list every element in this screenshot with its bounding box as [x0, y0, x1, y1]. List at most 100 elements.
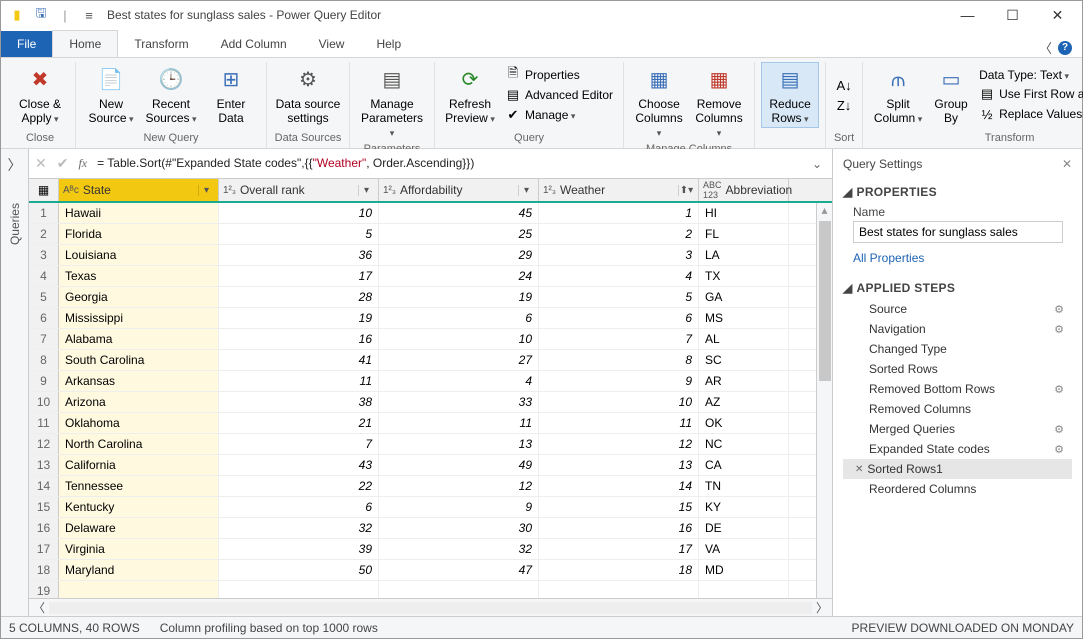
- sort-filter-icon[interactable]: ⬆▾: [678, 185, 694, 196]
- grid-corner-button[interactable]: ▦: [29, 179, 59, 201]
- cell-weather[interactable]: 15: [539, 497, 699, 517]
- all-properties-link[interactable]: All Properties: [853, 251, 924, 265]
- filter-icon[interactable]: ▾: [198, 185, 214, 196]
- cell-rank[interactable]: 28: [219, 287, 379, 307]
- table-row[interactable]: 16Delaware323016DE: [29, 518, 832, 539]
- cell-weather[interactable]: 14: [539, 476, 699, 496]
- cell-rank[interactable]: 7: [219, 434, 379, 454]
- cell-rank[interactable]: 50: [219, 560, 379, 580]
- row-number[interactable]: 5: [29, 287, 59, 307]
- row-number[interactable]: 17: [29, 539, 59, 559]
- cell-weather[interactable]: 11: [539, 413, 699, 433]
- gear-icon[interactable]: ⚙: [1054, 323, 1064, 336]
- cell-abbrev[interactable]: DE: [699, 518, 789, 538]
- cell-abbrev[interactable]: CA: [699, 455, 789, 475]
- refresh-preview-button[interactable]: ⟳Refresh Preview: [441, 62, 499, 128]
- manage-button[interactable]: ✔Manage: [501, 105, 617, 125]
- cell-rank[interactable]: 10: [219, 203, 379, 223]
- cell-afford[interactable]: 30: [379, 518, 539, 538]
- reduce-rows-button[interactable]: ▤Reduce Rows: [761, 62, 819, 128]
- formula-input[interactable]: = Table.Sort(#"Expanded State codes",{{"…: [97, 156, 798, 171]
- column-header-afford[interactable]: 1²₃Affordability▾: [379, 179, 539, 201]
- close-apply-button[interactable]: ✖ Close & Apply: [11, 62, 69, 128]
- properties-button[interactable]: 🗎Properties: [501, 65, 617, 85]
- column-header-state[interactable]: AᴮcState▾: [59, 179, 219, 201]
- table-row[interactable]: 5Georgia28195GA: [29, 287, 832, 308]
- row-number[interactable]: 2: [29, 224, 59, 244]
- cell-abbrev[interactable]: FL: [699, 224, 789, 244]
- filter-icon[interactable]: ▾: [358, 185, 374, 196]
- cell-afford[interactable]: [379, 581, 539, 598]
- scroll-thumb[interactable]: [819, 221, 831, 381]
- row-number[interactable]: 10: [29, 392, 59, 412]
- cell-rank[interactable]: 17: [219, 266, 379, 286]
- cell-rank[interactable]: 38: [219, 392, 379, 412]
- applied-step-item[interactable]: Merged Queries⚙: [843, 419, 1072, 439]
- data-source-settings-button[interactable]: ⚙Data source settings: [273, 62, 343, 128]
- cell-rank[interactable]: 36: [219, 245, 379, 265]
- manage-parameters-button[interactable]: ▤Manage Parameters: [356, 62, 428, 141]
- applied-steps-header[interactable]: ◢APPLIED STEPS: [843, 281, 1072, 295]
- cell-abbrev[interactable]: AZ: [699, 392, 789, 412]
- gear-icon[interactable]: ⚙: [1054, 383, 1064, 396]
- applied-step-item[interactable]: Source⚙: [843, 299, 1072, 319]
- ribbon-collapse-icon[interactable]: 〈: [1039, 38, 1052, 57]
- cell-state[interactable]: Virginia: [59, 539, 219, 559]
- table-row[interactable]: 4Texas17244TX: [29, 266, 832, 287]
- minimize-button[interactable]: —: [945, 1, 990, 29]
- cell-weather[interactable]: 8: [539, 350, 699, 370]
- cell-afford[interactable]: 49: [379, 455, 539, 475]
- properties-section-header[interactable]: ◢PROPERTIES: [843, 185, 1072, 199]
- applied-step-item[interactable]: Navigation⚙: [843, 319, 1072, 339]
- applied-step-item[interactable]: Removed Bottom Rows⚙: [843, 379, 1072, 399]
- tab-home[interactable]: Home: [52, 30, 118, 57]
- applied-step-item[interactable]: Sorted Rows1: [843, 459, 1072, 479]
- queries-rail[interactable]: 〉 Queries: [1, 149, 29, 616]
- cell-weather[interactable]: 9: [539, 371, 699, 391]
- table-row[interactable]: 19: [29, 581, 832, 598]
- split-column-button[interactable]: ⫙Split Column: [869, 62, 927, 128]
- cell-state[interactable]: Arizona: [59, 392, 219, 412]
- scroll-left-icon[interactable]: 〈: [33, 599, 45, 616]
- fx-icon[interactable]: fx: [78, 156, 87, 171]
- cell-weather[interactable]: 17: [539, 539, 699, 559]
- cell-weather[interactable]: 5: [539, 287, 699, 307]
- table-row[interactable]: 13California434913CA: [29, 455, 832, 476]
- query-name-input[interactable]: [853, 221, 1063, 243]
- cell-state[interactable]: Texas: [59, 266, 219, 286]
- gear-icon[interactable]: ⚙: [1054, 443, 1064, 456]
- horizontal-scrollbar[interactable]: 〈 〉: [29, 598, 832, 616]
- cell-rank[interactable]: 41: [219, 350, 379, 370]
- close-panel-icon[interactable]: ✕: [1062, 157, 1072, 171]
- cell-weather[interactable]: [539, 581, 699, 598]
- table-row[interactable]: 6Mississippi1966MS: [29, 308, 832, 329]
- applied-step-item[interactable]: Sorted Rows: [843, 359, 1072, 379]
- sort-desc-button[interactable]: Z↓: [832, 95, 856, 115]
- cell-abbrev[interactable]: TN: [699, 476, 789, 496]
- cell-rank[interactable]: 11: [219, 371, 379, 391]
- cell-abbrev[interactable]: NC: [699, 434, 789, 454]
- cell-abbrev[interactable]: [699, 581, 789, 598]
- row-number[interactable]: 13: [29, 455, 59, 475]
- row-number[interactable]: 18: [29, 560, 59, 580]
- cell-rank[interactable]: 39: [219, 539, 379, 559]
- cell-abbrev[interactable]: OK: [699, 413, 789, 433]
- maximize-button[interactable]: ☐: [990, 1, 1035, 29]
- cell-afford[interactable]: 12: [379, 476, 539, 496]
- cell-abbrev[interactable]: LA: [699, 245, 789, 265]
- enter-data-button[interactable]: ⊞Enter Data: [202, 62, 260, 128]
- table-row[interactable]: 15Kentucky6915KY: [29, 497, 832, 518]
- cell-rank[interactable]: 43: [219, 455, 379, 475]
- filter-icon[interactable]: ▾: [518, 185, 534, 196]
- cell-rank[interactable]: 32: [219, 518, 379, 538]
- cell-abbrev[interactable]: SC: [699, 350, 789, 370]
- tab-transform[interactable]: Transform: [118, 31, 204, 57]
- cell-afford[interactable]: 47: [379, 560, 539, 580]
- row-number[interactable]: 8: [29, 350, 59, 370]
- cell-state[interactable]: Louisiana: [59, 245, 219, 265]
- cell-state[interactable]: Kentucky: [59, 497, 219, 517]
- cell-weather[interactable]: 1: [539, 203, 699, 223]
- table-row[interactable]: 10Arizona383310AZ: [29, 392, 832, 413]
- tab-help[interactable]: Help: [360, 31, 417, 57]
- applied-step-item[interactable]: Reordered Columns: [843, 479, 1072, 499]
